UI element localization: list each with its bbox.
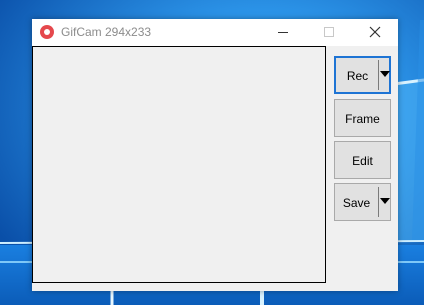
split-divider [378,187,379,217]
title-bar[interactable]: GifCam 294x233 [32,19,398,46]
save-button-label: Save [342,196,371,210]
maximize-icon[interactable] [306,19,352,46]
camera-icon [40,25,54,39]
rec-button[interactable]: Rec [334,56,391,94]
window-title: GifCam 294x233 [61,25,152,39]
save-dropdown-arrow-icon[interactable] [380,198,390,204]
gifcam-window: GifCam 294x233 Rec Frame Edit Save [32,19,398,291]
edit-button[interactable]: Edit [334,141,391,179]
frame-button-label: Frame [345,112,380,126]
rec-dropdown-arrow-icon[interactable] [380,71,390,77]
split-divider [378,60,379,90]
rec-button-label: Rec [346,69,369,83]
save-button[interactable]: Save [334,183,391,221]
frame-button[interactable]: Frame [334,99,391,137]
minimize-icon[interactable] [260,19,306,46]
edit-button-label: Edit [352,154,373,168]
close-icon[interactable] [352,19,398,46]
capture-area[interactable] [32,46,326,283]
